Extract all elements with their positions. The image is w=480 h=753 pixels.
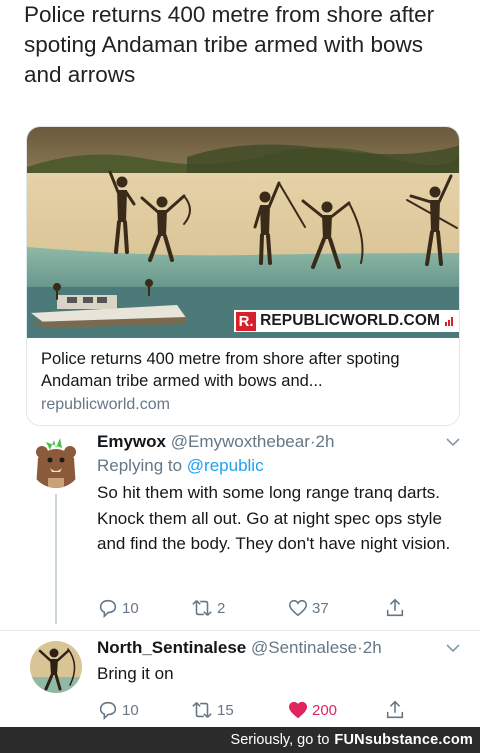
chevron-down-icon[interactable] — [446, 643, 460, 653]
retweet-icon — [192, 702, 212, 718]
link-card[interactable]: R. REPUBLICWORLD.COM Police returns 400 … — [26, 126, 460, 426]
reply-time[interactable]: 2h — [363, 638, 382, 657]
share-button[interactable] — [384, 596, 406, 620]
watermark-footer: Seriously, go to FUNsubstance.com — [0, 727, 480, 753]
retweet-icon — [192, 600, 212, 616]
heart-icon — [288, 599, 308, 617]
reply-author-name[interactable]: Emywox — [97, 432, 166, 451]
like-button[interactable]: 200 — [287, 698, 337, 722]
brand-letter: R. — [236, 311, 257, 331]
reply-author-handle[interactable]: @Emywoxthebear — [171, 432, 310, 451]
card-title[interactable]: Police returns 400 metre from shore afte… — [41, 348, 445, 392]
share-icon — [386, 598, 404, 617]
reply-text: Bring it on — [97, 664, 174, 683]
footer-site: FUNsubstance.com — [334, 732, 473, 748]
reply-emywox[interactable]: Emywox @Emywoxthebear·2h Replying to @re… — [97, 431, 457, 557]
avatar-north-sentinalese[interactable] — [30, 641, 82, 693]
chevron-down-icon[interactable] — [446, 437, 460, 447]
signal-bars-icon — [445, 316, 453, 326]
replying-prefix: Replying to — [97, 456, 183, 475]
comment-icon — [99, 599, 117, 619]
heart-filled-icon — [288, 701, 308, 719]
reply-author-name[interactable]: North_Sentinalese — [97, 638, 246, 657]
bear-avatar-icon — [30, 436, 82, 488]
retweet-count: 2 — [217, 599, 226, 617]
reply-header: Emywox @Emywoxthebear·2h — [97, 431, 457, 453]
replying-to: Replying to @republic — [97, 454, 457, 478]
like-count: 37 — [312, 599, 329, 617]
thread-line — [55, 494, 57, 624]
brand-name: REPUBLICWORLD.COM — [260, 312, 440, 329]
reply-count: 10 — [122, 701, 139, 719]
reply-button[interactable]: 10 — [97, 698, 139, 722]
beach-photo-image — [27, 127, 459, 338]
card-image: R. REPUBLICWORLD.COM — [27, 127, 459, 338]
replying-mention[interactable]: @republic — [187, 456, 264, 475]
share-icon — [386, 700, 404, 719]
like-button[interactable]: 37 — [287, 596, 329, 620]
reply-author-handle[interactable]: @Sentinalese — [251, 638, 357, 657]
card-domain[interactable]: republicworld.com — [41, 396, 445, 414]
avatar-emywox[interactable] — [30, 436, 82, 488]
reply-actions: 10 15 200 — [97, 698, 417, 722]
divider — [0, 630, 480, 631]
like-count: 200 — [312, 701, 338, 719]
republicworld-logo: R. REPUBLICWORLD.COM — [234, 310, 459, 332]
retweet-button[interactable]: 2 — [190, 596, 225, 620]
reply-north-sentinalese[interactable]: North_Sentinalese @Sentinalese·2h Bring … — [97, 637, 457, 687]
retweet-button[interactable]: 15 — [190, 698, 234, 722]
reply-count: 10 — [122, 599, 139, 617]
retweet-count: 15 — [217, 701, 234, 719]
reply-button[interactable]: 10 — [97, 596, 139, 620]
comment-icon — [99, 701, 117, 721]
footer-text: Seriously, go to — [230, 732, 330, 748]
reply-actions: 10 2 37 — [97, 596, 417, 620]
archer-avatar-icon — [30, 641, 82, 693]
share-button[interactable] — [384, 698, 406, 722]
tweet-text: Police returns 400 metre from shore afte… — [24, 2, 435, 87]
reply-time[interactable]: 2h — [316, 432, 335, 451]
reply-header: North_Sentinalese @Sentinalese·2h — [97, 637, 457, 659]
reply-text: So hit them with some long range tranq d… — [97, 483, 451, 553]
